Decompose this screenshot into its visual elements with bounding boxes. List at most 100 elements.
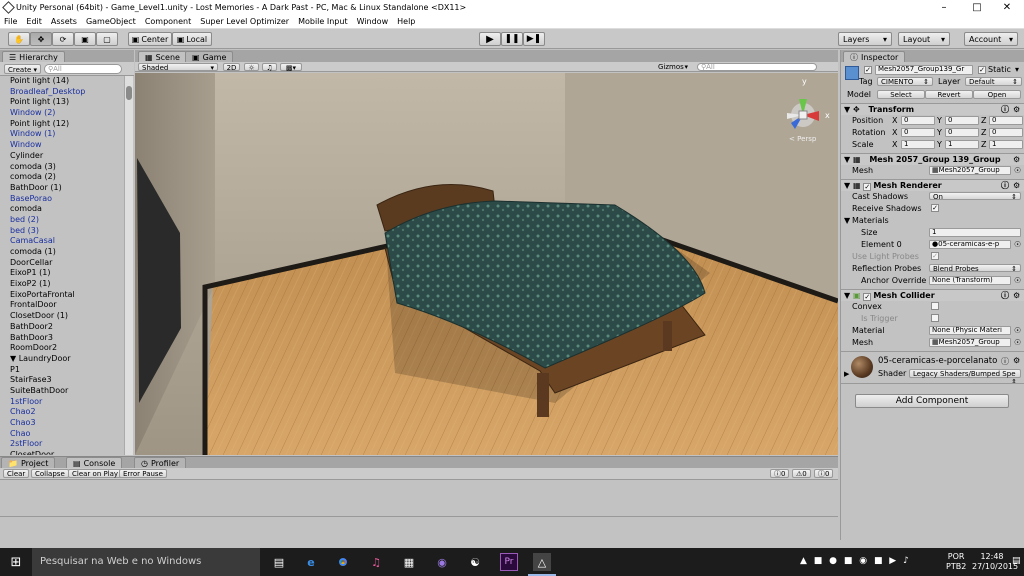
hierarchy-item[interactable]: SuiteBathDoor [0, 386, 124, 397]
rotate-tool-button[interactable]: ⟳ [52, 32, 74, 46]
hierarchy-item[interactable]: Window (1) [0, 129, 124, 140]
cast-shadows-dropdown[interactable]: On ⇕ [929, 192, 1021, 201]
hierarchy-item[interactable]: P1 [0, 365, 124, 376]
language-indicator[interactable]: POR PTB2 [946, 552, 966, 572]
clock[interactable]: 12:48 27/10/2015 [972, 552, 1018, 572]
anchor-override-field[interactable]: None (Transform) [929, 276, 1011, 285]
task-view-icon[interactable]: ▤ [270, 553, 288, 571]
object-picker-icon[interactable]: ☉ [1014, 275, 1021, 286]
tab-hierarchy[interactable]: ☰ Hierarchy [2, 51, 65, 62]
scale-x-field[interactable]: 1 [901, 140, 935, 149]
effects-dropdown[interactable]: ▩▾ [280, 63, 302, 72]
material-foldout-icon[interactable]: ▶ [844, 370, 849, 378]
audio-toggle[interactable]: ♫ [262, 63, 277, 72]
edge-browser-icon[interactable]: e [302, 553, 320, 571]
hierarchy-item[interactable]: 2stFloor [0, 439, 124, 450]
object-picker-icon[interactable]: ☉ [1014, 325, 1021, 336]
pivot-local-button[interactable]: ▣ Local [172, 32, 212, 46]
position-z-field[interactable]: 0 [989, 116, 1023, 125]
convex-checkbox[interactable] [931, 302, 939, 310]
hierarchy-item[interactable]: Point light (13) [0, 97, 124, 108]
console-warning-toggle[interactable]: ⚠0 [792, 469, 811, 478]
hierarchy-item[interactable]: Cylinder [0, 151, 124, 162]
tab-game[interactable]: ▣ Game [185, 51, 234, 62]
tag-dropdown[interactable]: CIMENTO ⇕ [877, 77, 933, 86]
menu-assets[interactable]: Assets [51, 17, 77, 26]
console-collapse-button[interactable]: Collapse [31, 469, 69, 478]
scale-y-field[interactable]: 1 [945, 140, 979, 149]
layers-dropdown[interactable]: Layers ▾ [838, 32, 892, 46]
collider-mesh-field[interactable]: ▦Mesh2057_Group [929, 338, 1011, 347]
store-icon[interactable]: ▦ [400, 553, 418, 571]
materials-row[interactable]: ▼ Materials [841, 215, 1024, 226]
2d-toggle[interactable]: 2D [223, 63, 240, 72]
step-button[interactable]: ▶❚ [523, 32, 545, 46]
premiere-icon[interactable]: Pr [500, 553, 518, 571]
hierarchy-item[interactable]: Point light (14) [0, 76, 124, 87]
element0-field[interactable]: ●05-ceramicas-e-p [929, 240, 1011, 249]
mesh-filter-header[interactable]: ▼ ▦ Mesh 2057_Group 139_Group ⚙ [841, 153, 1024, 165]
position-x-field[interactable]: 0 [901, 116, 935, 125]
hierarchy-item[interactable]: StairFase3 [0, 375, 124, 386]
tab-console[interactable]: ▤ Console [66, 457, 123, 468]
menu-window[interactable]: Window [357, 17, 389, 26]
hierarchy-item[interactable]: Chao2 [0, 407, 124, 418]
hand-tool-button[interactable]: ✋ [8, 32, 30, 46]
hierarchy-item[interactable]: Chao [0, 429, 124, 440]
hierarchy-item[interactable]: comoda (2) [0, 172, 124, 183]
help-icon[interactable]: ⓘ [1001, 356, 1009, 367]
scale-z-field[interactable]: 1 [989, 140, 1023, 149]
hierarchy-item[interactable]: BathDoor2 [0, 322, 124, 333]
hierarchy-item[interactable]: FrontalDoor [0, 300, 124, 311]
gizmos-dropdown[interactable]: Gizmos ▾ [655, 63, 691, 71]
hierarchy-item[interactable]: bed (3) [0, 226, 124, 237]
hierarchy-item[interactable]: comoda (3) [0, 162, 124, 173]
rotation-z-field[interactable]: 0 [989, 128, 1023, 137]
collider-material-field[interactable]: None (Physic Materi [929, 326, 1011, 335]
materials-size-field[interactable]: 1 [929, 228, 1021, 237]
console-clear-button[interactable]: Clear [3, 469, 30, 478]
model-open-button[interactable]: Open [973, 90, 1021, 99]
console-info-toggle[interactable]: ⓘ0 [770, 469, 790, 478]
hierarchy-item[interactable]: EixoP2 (1) [0, 279, 124, 290]
scene-viewport[interactable]: y x < Persp [135, 73, 838, 455]
minimize-button[interactable]: – [927, 0, 961, 15]
media-player-icon[interactable]: ◉ [433, 553, 451, 571]
object-picker-icon[interactable]: ☉ [1014, 239, 1021, 250]
tab-scene[interactable]: ▦ Scene [138, 51, 187, 62]
console-error-pause-button[interactable]: Error Pause [119, 469, 167, 478]
menu-edit[interactable]: Edit [26, 17, 42, 26]
persp-label[interactable]: < Persp [789, 135, 816, 143]
console-log-area[interactable] [0, 481, 838, 517]
hierarchy-item[interactable]: Broadleaf_Desktop [0, 87, 124, 98]
hierarchy-item[interactable]: ▼ LaundryDoor [0, 354, 124, 365]
taskbar-search-box[interactable]: Pesquisar na Web e no Windows [32, 548, 260, 576]
menu-component[interactable]: Component [145, 17, 191, 26]
account-dropdown[interactable]: Account ▾ [964, 32, 1018, 46]
create-dropdown[interactable]: Create ▾ [4, 64, 42, 74]
hierarchy-item[interactable]: ClosetDoor (1) [0, 311, 124, 322]
hierarchy-item[interactable]: comoda [0, 204, 124, 215]
itunes-icon[interactable]: ♫ [367, 553, 385, 571]
console-error-toggle[interactable]: ⓘ0 [814, 469, 834, 478]
hierarchy-item[interactable]: BasePorao [0, 194, 124, 205]
hierarchy-item[interactable]: EixoPortaFrontal [0, 290, 124, 301]
mesh-renderer-enabled-checkbox[interactable]: ✓ [863, 183, 872, 191]
hierarchy-item[interactable]: Window [0, 140, 124, 151]
scene-search-input[interactable]: ⚲All [697, 63, 817, 71]
static-checkbox[interactable]: ✓ [978, 66, 986, 74]
position-y-field[interactable]: 0 [945, 116, 979, 125]
scrollbar-thumb[interactable] [126, 86, 132, 100]
model-select-button[interactable]: Select [877, 90, 925, 99]
object-name-field[interactable]: Mesh2057_Group139_Gr [875, 65, 973, 75]
hierarchy-item[interactable]: ClosetDoor [0, 450, 124, 455]
hierarchy-item[interactable]: Chao3 [0, 418, 124, 429]
mesh-filter-mesh-field[interactable]: ▦Mesh2057_Group [929, 166, 1011, 175]
hierarchy-search-input[interactable]: ⚲All [44, 64, 122, 74]
menu-mobile-input[interactable]: Mobile Input [298, 17, 348, 26]
pause-button[interactable]: ❚❚ [501, 32, 523, 46]
mesh-renderer-header[interactable]: ▼ ▦ ✓ Mesh Renderer ⓘ ⚙ [841, 179, 1024, 191]
console-clear-on-play-button[interactable]: Clear on Play [68, 469, 123, 478]
hierarchy-item[interactable]: BathDoor3 [0, 333, 124, 344]
maximize-button[interactable]: □ [960, 0, 994, 15]
